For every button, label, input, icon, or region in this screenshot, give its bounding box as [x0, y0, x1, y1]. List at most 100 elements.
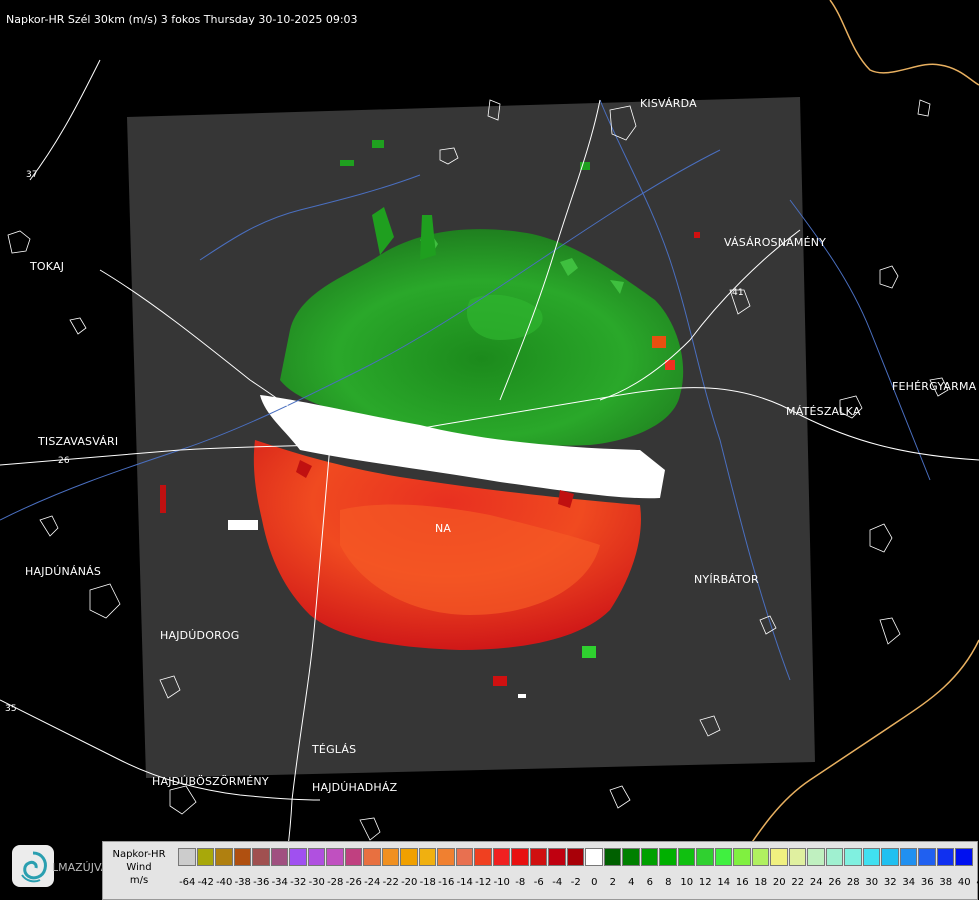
- city-label-hajduboszormeny: HAJDÚBÖSZÖRMÉNY: [152, 775, 269, 788]
- legend-tick-label: -20: [401, 877, 418, 888]
- road-number-35: 35: [5, 704, 17, 714]
- legend-tick-label: 18: [754, 877, 768, 888]
- legend-title-line1: Napkor-HR: [112, 849, 166, 860]
- city-label-kisvarda: KISVÁRDA: [640, 97, 697, 110]
- legend-tick-label: -42: [197, 877, 214, 888]
- road: [29, 59, 101, 181]
- legend-tick-label: 42: [974, 877, 979, 891]
- legend-tick-label: 30: [865, 877, 879, 888]
- legend-tick-label: -6: [533, 877, 544, 888]
- legend-swatch: [585, 848, 603, 866]
- legend-tick-label: -4: [552, 877, 563, 888]
- legend-swatch: [918, 848, 936, 866]
- legend-swatch: [696, 848, 714, 866]
- legend-swatch: [437, 848, 455, 866]
- legend-swatch: [751, 848, 769, 866]
- legend-swatch: [326, 848, 344, 866]
- legend-tick-label: -12: [475, 877, 492, 888]
- legend-swatch: [492, 848, 510, 866]
- legend-swatch: [252, 848, 270, 866]
- legend-tick-label: 8: [665, 877, 672, 888]
- legend-tick-label: -22: [382, 877, 399, 888]
- legend-swatch: [233, 848, 251, 866]
- legend-swatch: [400, 848, 418, 866]
- legend-tick-label: -2: [570, 877, 581, 888]
- legend-tick-label: 12: [698, 877, 712, 888]
- legend-tick-label: 14: [717, 877, 731, 888]
- legend-tick-label: 20: [772, 877, 786, 888]
- legend-swatch: [418, 848, 436, 866]
- legend-tick-label: -30: [308, 877, 325, 888]
- legend-swatch: [955, 848, 973, 866]
- city-label-teglas: TÉGLÁS: [312, 743, 357, 756]
- legend-title: Napkor-HR Wind m/s: [107, 848, 171, 887]
- legend-tick-label: 40: [957, 877, 971, 888]
- city-label-fehergyarmat: FEHÉRGYARMA: [892, 380, 977, 393]
- legend-swatch: [270, 848, 288, 866]
- legend-swatches: [178, 848, 974, 868]
- map-title: Napkor-HR Szél 30km (m/s) 3 fokos Thursd…: [6, 13, 358, 26]
- legend-swatch: [474, 848, 492, 866]
- legend-tick-label: 38: [939, 877, 953, 888]
- legend-swatch: [714, 848, 732, 866]
- legend-swatch: [770, 848, 788, 866]
- legend-swatch: [622, 848, 640, 866]
- legend-tick-label: 6: [646, 877, 653, 888]
- legend-tick-label: -34: [271, 877, 288, 888]
- legend-swatch: [363, 848, 381, 866]
- legend-tick-label: -36: [253, 877, 270, 888]
- legend-swatch: [511, 848, 529, 866]
- legend-tick-label: -64: [179, 877, 196, 888]
- legend-tick-label: -32: [290, 877, 307, 888]
- legend-swatch: [844, 848, 862, 866]
- legend-tick-label: -14: [456, 877, 473, 888]
- legend-tick-label: 28: [846, 877, 860, 888]
- legend-tick-label: 32: [883, 877, 897, 888]
- legend-tick-label: -38: [234, 877, 251, 888]
- color-legend: Napkor-HR Wind m/s -64 -42 -40 -38 -36 -34 -32…: [102, 841, 979, 900]
- legend-tick-label: 22: [791, 877, 805, 888]
- legend-tick-label: 10: [680, 877, 694, 888]
- city-label-nyiregyhaza: NA: [435, 522, 452, 535]
- city-label-tiszavasvari: TISZAVASVÁRI: [38, 435, 119, 448]
- legend-tick-label: -40: [216, 877, 233, 888]
- legend-swatch: [548, 848, 566, 866]
- road-number-26: 26: [58, 456, 70, 466]
- legend-tick-label: -16: [438, 877, 455, 888]
- legend-tick-label: 16: [735, 877, 749, 888]
- legend-swatch: [307, 848, 325, 866]
- legend-swatch: [807, 848, 825, 866]
- legend-tick-label: 0: [591, 877, 598, 888]
- swirl-logo-icon: [21, 851, 47, 883]
- legend-swatch: [566, 848, 584, 866]
- legend-swatch: [196, 848, 214, 866]
- road-number-41: 41: [732, 288, 744, 298]
- legend-tick-label: -8: [515, 877, 526, 888]
- legend-swatch: [289, 848, 307, 866]
- city-label-nyirbator: NYÍRBÁTOR: [694, 573, 759, 586]
- legend-swatch: [344, 848, 362, 866]
- legend-tick-label: -10: [493, 877, 510, 888]
- legend-swatch: [640, 848, 658, 866]
- legend-swatch: [659, 848, 677, 866]
- city-label-tokaj: TOKAJ: [30, 260, 65, 273]
- legend-tick-label: 26: [828, 877, 842, 888]
- legend-tick-label: 2: [609, 877, 616, 888]
- city-label-vasarosnameny: VÁSÁROSNAMÉNY: [724, 236, 827, 249]
- city-label-hajdudorog: HAJDÚDOROG: [160, 629, 240, 642]
- legend-swatch: [733, 848, 751, 866]
- legend-tick-label: 36: [920, 877, 934, 888]
- legend-swatch: [178, 848, 196, 866]
- legend-swatch: [603, 848, 621, 866]
- road-number-37: 37: [26, 170, 38, 180]
- legend-swatch: [881, 848, 899, 866]
- country-border: [829, 0, 979, 86]
- legend-tick-label: -26: [345, 877, 362, 888]
- legend-title-line2: Wind: [126, 862, 152, 873]
- city-label-hajdunanas: HAJDÚNÁNÁS: [25, 565, 102, 578]
- legend-title-line3: m/s: [129, 875, 149, 886]
- legend-tick-label: 4: [628, 877, 635, 888]
- legend-swatch: [899, 848, 917, 866]
- napkor-logo: [12, 845, 54, 887]
- legend-swatch: [677, 848, 695, 866]
